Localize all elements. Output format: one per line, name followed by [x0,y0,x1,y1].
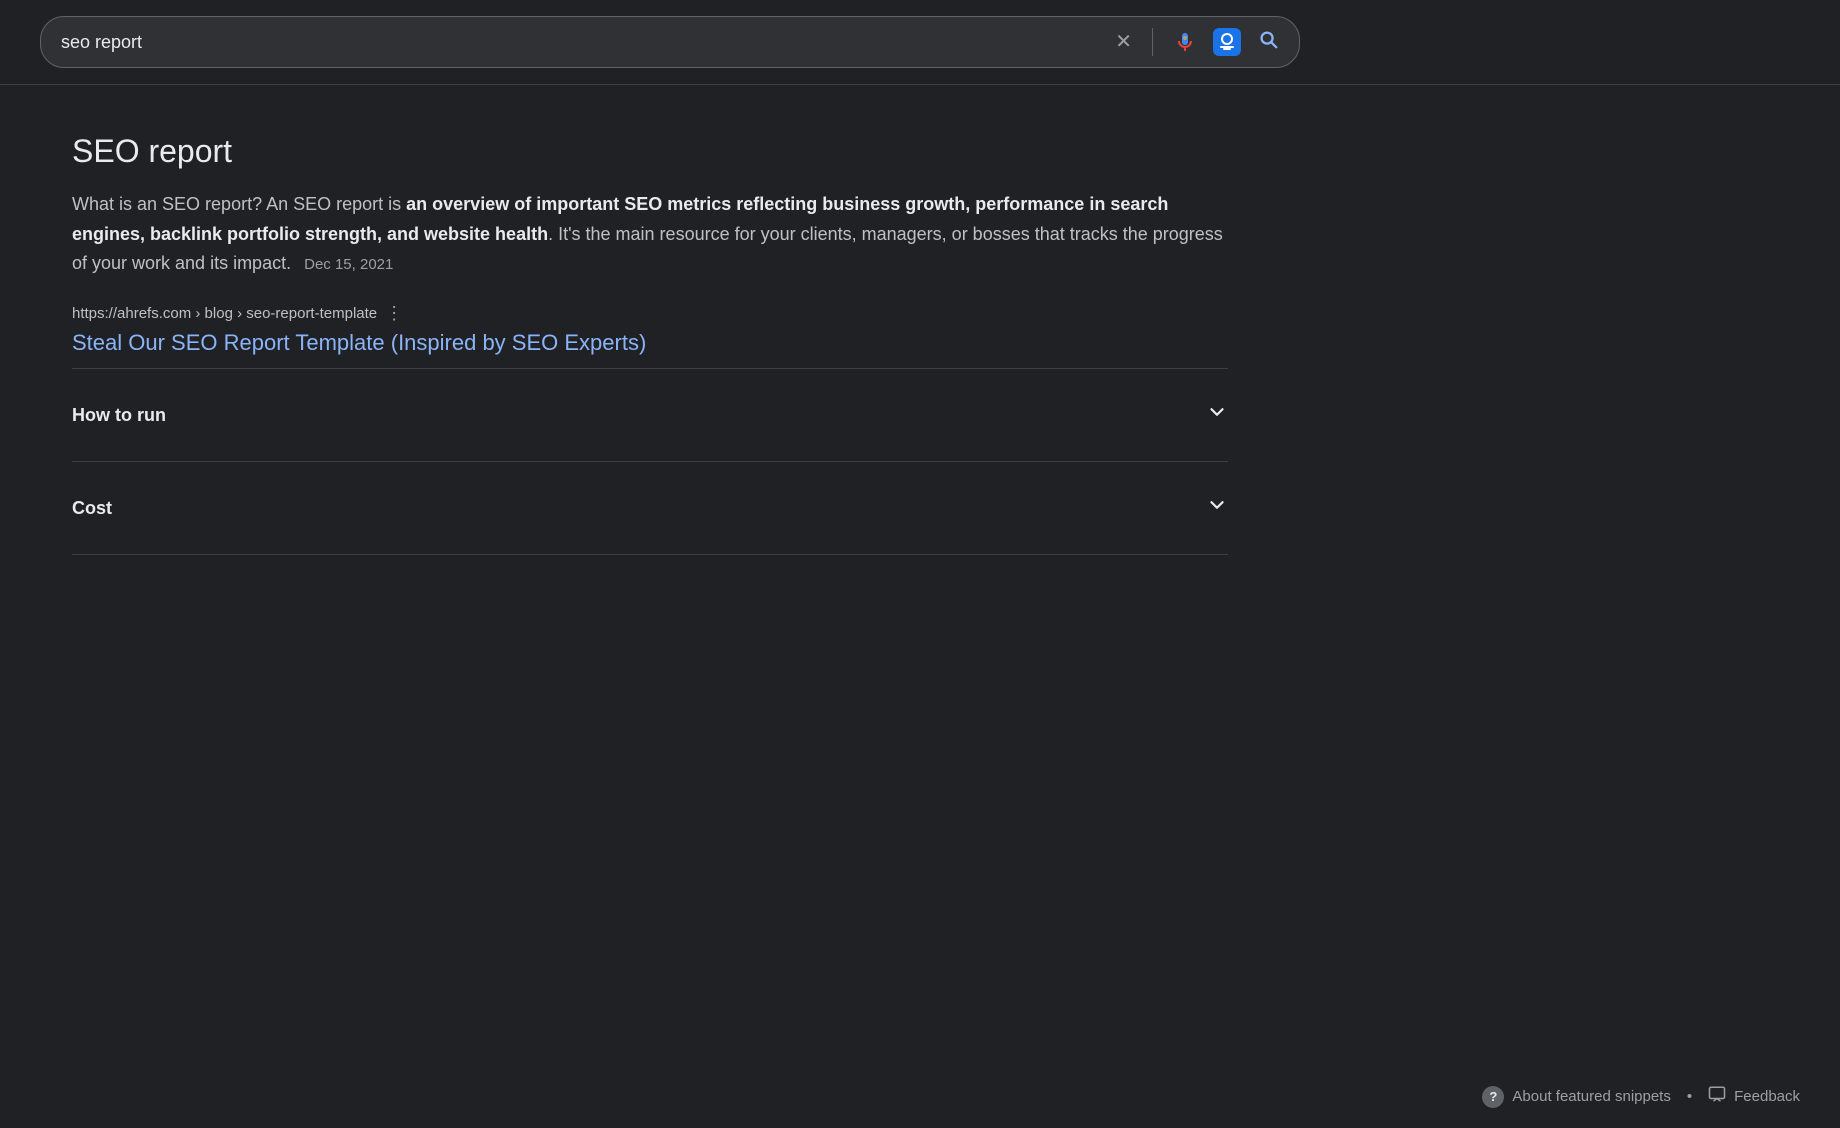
expandable-label-cost: Cost [72,498,112,519]
expandable-row-cost[interactable]: Cost [72,474,1228,542]
section-divider-3 [72,554,1228,555]
snippet-body: What is an SEO report? An SEO report is … [72,190,1228,279]
snippet-link[interactable]: Steal Our SEO Report Template (Inspired … [72,330,1228,356]
about-featured-snippets-button[interactable]: ? About featured snippets [1482,1086,1670,1108]
expandable-label-how-to-run: How to run [72,405,166,426]
question-icon: ? [1482,1086,1504,1108]
mic-icon[interactable] [1173,30,1197,54]
snippet-title: SEO report [72,133,1228,170]
section-divider-1 [72,368,1228,369]
clear-icon[interactable]: ✕ [1115,32,1132,52]
snippet-body-prefix: What is an SEO report? An SEO report is [72,194,406,214]
footer-dot-separator: • [1687,1088,1692,1105]
feedback-button[interactable]: Feedback [1708,1085,1800,1108]
source-url-row: https://ahrefs.com › blog › seo-report-t… [72,303,1228,324]
expandable-row-how-to-run[interactable]: How to run [72,381,1228,449]
about-featured-snippets-label: About featured snippets [1512,1088,1670,1105]
more-options-icon[interactable]: ⋮ [385,303,403,324]
source-url: https://ahrefs.com › blog › seo-report-t… [72,305,377,322]
chevron-down-icon-cost [1206,494,1228,522]
footer-bar: ? About featured snippets • Feedback [0,1065,1840,1128]
chevron-down-icon-how-to-run [1206,401,1228,429]
search-input[interactable] [61,32,1115,53]
search-icon-group: ✕ [1115,28,1279,56]
snippet-date: Dec 15, 2021 [304,256,393,273]
main-content: SEO report What is an SEO report? An SEO… [0,85,1300,555]
search-submit-icon[interactable] [1257,28,1279,56]
lens-icon[interactable] [1213,28,1241,56]
vertical-divider [1152,28,1153,56]
search-bar-container: ✕ [0,0,1840,68]
feedback-icon [1708,1085,1726,1108]
feedback-label: Feedback [1734,1088,1800,1105]
section-divider-2 [72,461,1228,462]
search-bar[interactable]: ✕ [40,16,1300,68]
